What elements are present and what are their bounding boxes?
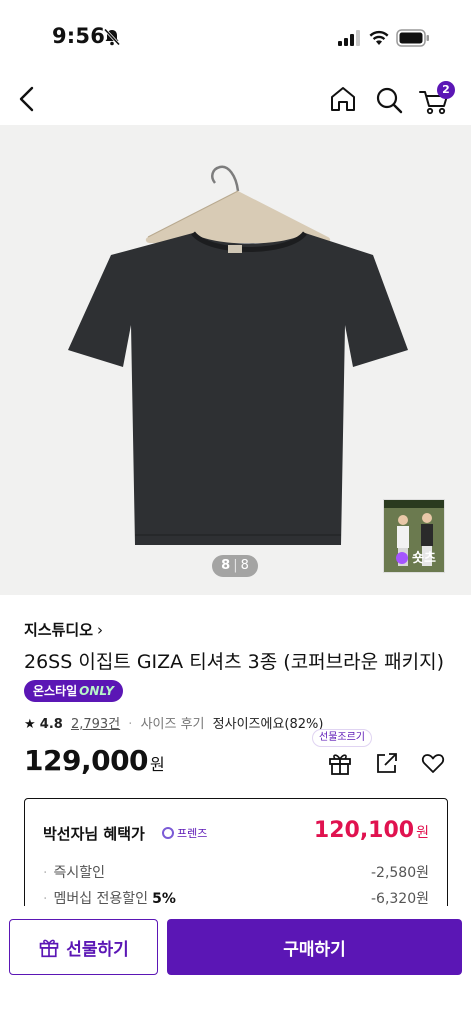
discount-amount: -6,320원 — [370, 891, 429, 907]
rating-row: ★ 4.8 2,793건 · 사이즈 후기 정사이즈에요(82%) — [24, 713, 323, 732]
bell-slash-icon — [103, 28, 121, 46]
image-counter: 8 | 8 — [212, 555, 258, 577]
discount-row: 즉시할인 -2,580원 — [43, 862, 429, 882]
benefit-title: 박선자님 혜택가 — [43, 825, 145, 843]
product-photo-tshirt — [68, 165, 408, 545]
home-icon[interactable] — [328, 84, 358, 114]
price-value: 129,000 — [24, 744, 149, 777]
chevron-right-icon: › — [97, 621, 104, 639]
review-count-link[interactable]: 2,793건 — [71, 717, 120, 732]
image-counter-current: 8 — [221, 558, 231, 573]
bottom-action-bar: 선물하기 구매하기 — [0, 906, 471, 1024]
shorts-video-thumbnail[interactable]: 숏츠 — [383, 499, 445, 573]
discount-row: 멤버십 전용할인5% -6,320원 — [43, 888, 429, 908]
product-title: 26SS 이집트 GIZA 티셔츠 3종 (코퍼브라운 패키지) — [24, 651, 444, 673]
status-bar: 9:56 — [0, 0, 471, 72]
star-icon: ★ — [24, 717, 36, 732]
brand-link[interactable]: 지스튜디오 › — [24, 619, 103, 640]
brand-name: 지스튜디오 — [24, 621, 94, 639]
search-icon[interactable] — [374, 85, 404, 115]
heart-icon[interactable] — [420, 750, 446, 776]
discount-label: 멤버십 전용할인 — [43, 891, 148, 907]
tier-ring-icon — [162, 827, 174, 839]
size-review-label: 사이즈 후기 — [140, 717, 205, 732]
wifi-icon — [369, 30, 389, 45]
rating-score: 4.8 — [39, 717, 63, 732]
gift-button[interactable]: 선물하기 — [9, 919, 158, 975]
buy-button[interactable]: 구매하기 — [167, 919, 462, 975]
membership-tier-badge: 프렌즈 — [162, 825, 207, 841]
discount-label: 즉시할인 — [43, 865, 105, 881]
back-arrow-icon[interactable] — [14, 84, 40, 114]
badge-prefix: 온스타일 — [33, 684, 78, 698]
share-icon[interactable] — [374, 750, 400, 776]
gift-icon — [39, 939, 59, 958]
battery-icon — [396, 29, 429, 47]
onstyle-only-badge: 온스타일 ONLY — [24, 680, 123, 702]
tier-name: 프렌즈 — [177, 827, 208, 840]
signal-icon — [338, 30, 360, 46]
gift-icon[interactable] — [327, 750, 353, 776]
size-review-value: 정사이즈에요(82%) — [212, 717, 324, 732]
discount-amount: -2,580원 — [370, 865, 429, 881]
cart-count-badge: 2 — [437, 81, 455, 99]
app-header — [0, 72, 471, 126]
badge-suffix: ONLY — [79, 684, 114, 698]
gift-button-label: 선물하기 — [66, 939, 129, 960]
product-image-gallery[interactable]: 8 | 8 숏츠 — [0, 125, 471, 595]
status-time: 9:56 — [52, 24, 106, 48]
benefit-price-value: 120,100 — [313, 818, 415, 843]
benefit-price-unit: 원 — [416, 825, 429, 841]
product-price: 129,000 원 — [24, 744, 165, 777]
benefit-price: 120,100 원 — [314, 818, 429, 843]
image-counter-total: 8 — [240, 558, 249, 573]
price-unit: 원 — [150, 755, 165, 774]
shorts-label: 숏츠 — [412, 551, 436, 566]
separator-dot: · — [128, 717, 133, 732]
gift-request-tooltip: 선물조르기 — [312, 729, 372, 747]
discount-percent: 5% — [152, 891, 176, 907]
play-icon — [396, 552, 408, 564]
